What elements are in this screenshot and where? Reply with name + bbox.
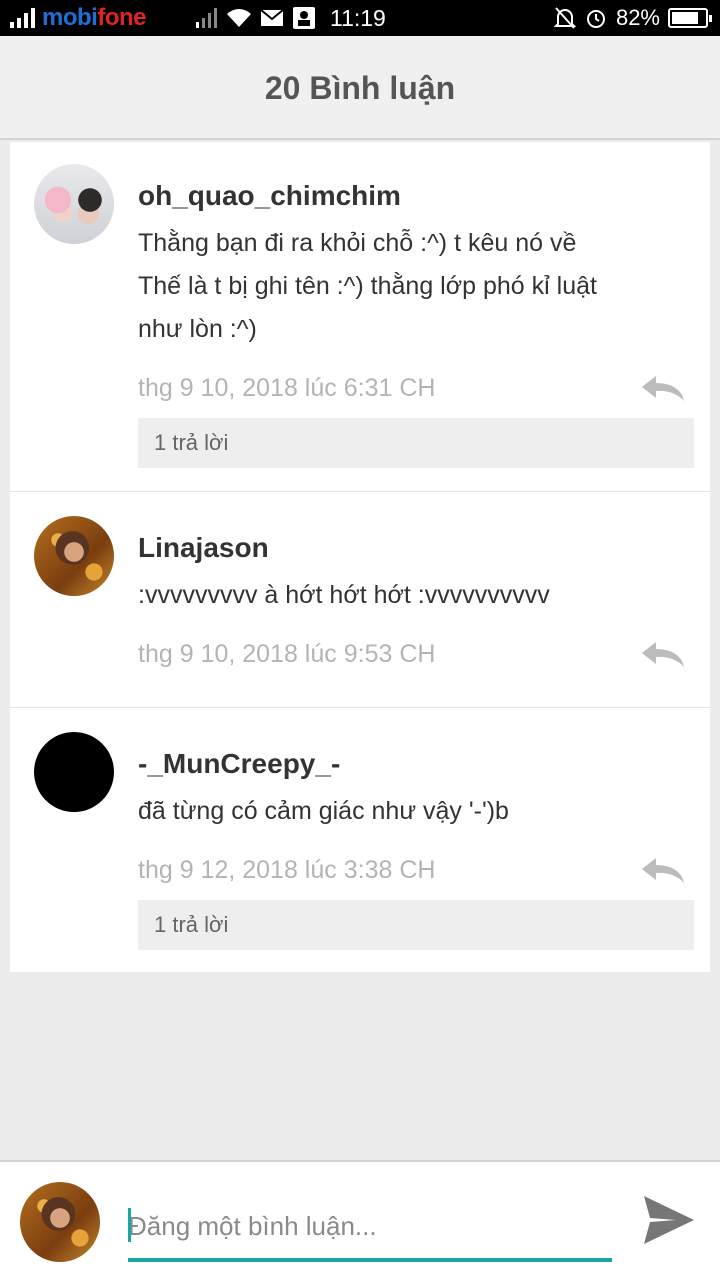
battery-icon	[668, 8, 712, 28]
system-icons: 82%	[553, 5, 712, 31]
text-caret	[128, 1208, 131, 1242]
comment-item: oh_quao_chimchim Thằng bạn đi ra khỏi ch…	[10, 142, 710, 492]
comment-input[interactable]	[128, 1202, 612, 1250]
comment-input-wrapper	[128, 1202, 612, 1262]
comment-composer	[0, 1160, 720, 1280]
view-replies-button[interactable]: 1 trả lời	[138, 418, 694, 468]
avatar[interactable]	[34, 732, 114, 812]
battery-percent: 82%	[615, 5, 660, 30]
send-icon[interactable]	[640, 1192, 696, 1248]
view-replies-button[interactable]: 1 trả lời	[138, 900, 694, 950]
comment-username[interactable]: Linajason	[138, 532, 269, 564]
reply-icon[interactable]	[640, 856, 686, 884]
app-notification-icon	[293, 7, 315, 29]
comment-username[interactable]: oh_quao_chimchim	[138, 180, 401, 212]
comment-item: -_MunCreepy_- đã từng có cảm giác như vậ…	[10, 708, 710, 972]
reply-icon[interactable]	[640, 374, 686, 402]
mail-icon	[260, 9, 284, 26]
my-avatar	[20, 1182, 100, 1262]
signal-icon	[10, 8, 35, 28]
alarm-icon	[586, 10, 605, 28]
avatar[interactable]	[34, 516, 114, 596]
status-bar: mobifone 11:19 82%	[0, 0, 720, 36]
comment-list[interactable]: oh_quao_chimchim Thằng bạn đi ra khỏi ch…	[10, 142, 710, 972]
wifi-icon	[227, 9, 251, 27]
clock: 11:19	[330, 5, 386, 31]
avatar[interactable]	[34, 164, 114, 244]
comment-username[interactable]: -_MunCreepy_-	[138, 748, 340, 780]
comment-text: Thằng bạn đi ra khỏi chỗ :^) t kêu nó về…	[138, 229, 597, 343]
page-title: 20 Bình luận	[264, 70, 456, 106]
notification-icons	[196, 6, 316, 30]
comment-timestamp: thg 9 10, 2018 lúc 6:31 CH	[138, 374, 436, 402]
signal-2-icon	[196, 8, 217, 28]
comment-text: :vvvvvvvvv à hớt hớt hớt :vvvvvvvvvv	[138, 581, 550, 609]
comment-text: đã từng có cảm giác như vậy '-')b	[138, 797, 509, 825]
comment-item: Linajason :vvvvvvvvv à hớt hớt hớt :vvvv…	[10, 492, 710, 708]
reply-icon[interactable]	[640, 640, 686, 668]
header: 20 Bình luận	[0, 36, 720, 140]
comment-timestamp: thg 9 10, 2018 lúc 9:53 CH	[138, 640, 436, 668]
silent-bell-icon	[553, 7, 576, 29]
comment-timestamp: thg 9 12, 2018 lúc 3:38 CH	[138, 856, 436, 884]
carrier-name: mobifone	[42, 4, 146, 31]
